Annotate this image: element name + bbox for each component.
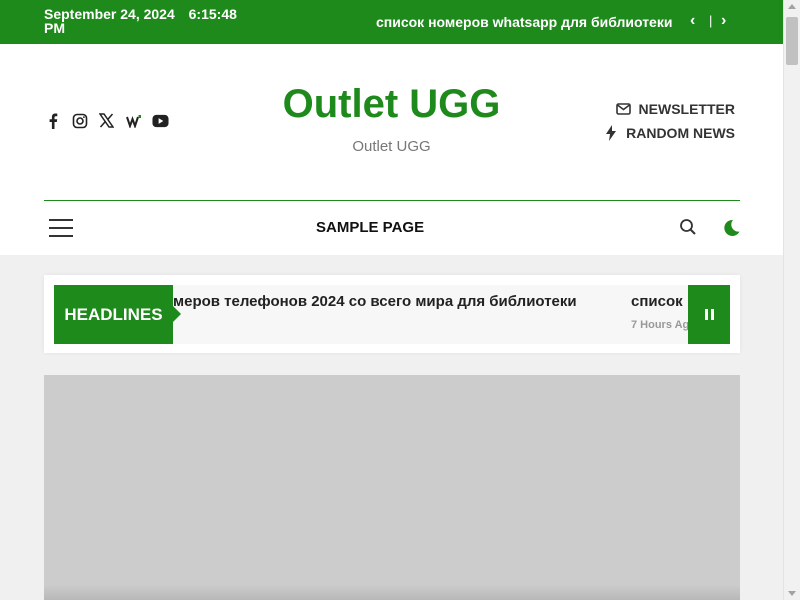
headline-item[interactable]: меров телефонов 2024 со всего мира для б…: [173, 293, 577, 310]
headline-time: 7 Hours Ag: [631, 319, 688, 331]
newsletter-link[interactable]: NEWSLETTER: [603, 101, 735, 117]
moon-icon[interactable]: [721, 218, 741, 238]
current-date: September 24, 2024 6:15:48 PM: [44, 7, 244, 35]
header-links: NEWSLETTER RANDOM NEWS: [603, 101, 735, 149]
random-news-link[interactable]: RANDOM NEWS: [603, 125, 735, 141]
scroll-down-icon[interactable]: [788, 591, 796, 596]
scroll-thumb[interactable]: [786, 17, 798, 65]
nav-item-sample-page[interactable]: SAMPLE PAGE: [316, 219, 424, 236]
headlines-label: HEADLINES: [54, 285, 181, 344]
scroll-up-icon[interactable]: [788, 4, 796, 9]
featured-image[interactable]: [44, 375, 740, 600]
newsletter-label: NEWSLETTER: [638, 101, 735, 117]
envelope-icon: [616, 102, 632, 116]
headlines-bar: меров телефонов 2024 со всего мира для б…: [44, 275, 740, 353]
search-icon[interactable]: [679, 218, 697, 236]
headlines-ticker: меров телефонов 2024 со всего мира для б…: [173, 285, 688, 344]
header-divider: [44, 200, 740, 201]
pause-icon[interactable]: [688, 285, 730, 344]
headline-item[interactable]: список: [631, 293, 683, 310]
chevron-right-icon[interactable]: ›: [721, 12, 726, 30]
random-news-label: RANDOM NEWS: [626, 125, 735, 141]
bolt-icon: [603, 125, 619, 141]
ticker-separator: |: [709, 13, 713, 28]
site-header: Outlet UGG Outlet UGG NEWSLETTER RANDOM …: [0, 44, 783, 255]
top-bar: September 24, 2024 6:15:48 PM список ном…: [0, 0, 783, 44]
chevron-left-icon[interactable]: ‹: [690, 12, 695, 30]
hamburger-menu-icon[interactable]: [49, 219, 73, 237]
page-scrollbar[interactable]: [783, 0, 800, 600]
top-ticker-link[interactable]: список номеров whatsapp для библиотеки: [376, 14, 672, 30]
